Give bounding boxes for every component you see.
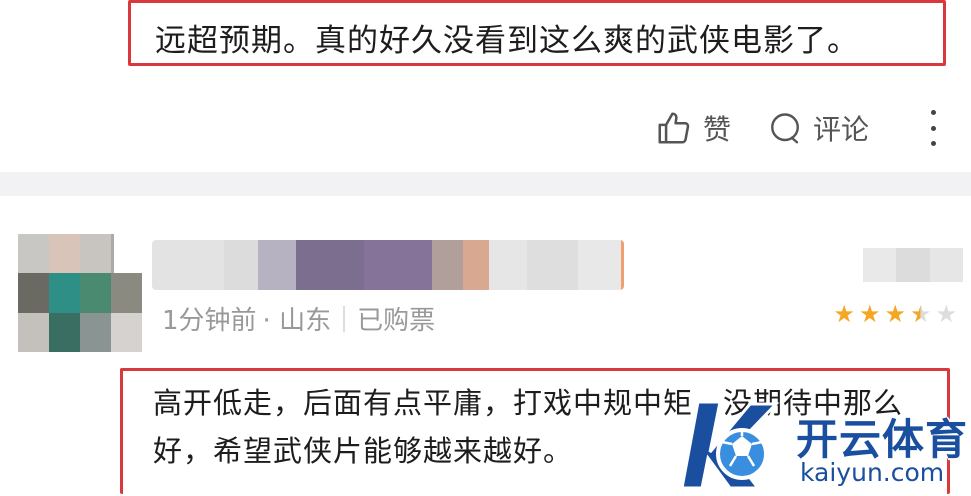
- first-comment-card: 远超预期。真的好久没看到这么爽的武侠电影了。 赞 评论: [0, 0, 971, 172]
- meta-divider: [343, 305, 346, 332]
- speech-bubble-icon: [767, 110, 803, 146]
- comment-location: · 山东: [262, 306, 332, 336]
- star-icon: ★: [909, 300, 932, 328]
- comment-meta: 1分钟前 · 山东 已购票: [162, 300, 435, 337]
- highlight-box-top: 远超预期。真的好久没看到这么爽的武侠电影了。: [128, 0, 946, 66]
- like-label: 赞: [702, 113, 731, 146]
- username-blurred: [152, 240, 624, 290]
- comment-text: 远超预期。真的好久没看到这么爽的武侠电影了。: [155, 23, 859, 59]
- blurred-badge: [863, 248, 963, 282]
- kaiyun-logo-icon: [680, 394, 790, 494]
- like-button[interactable]: 赞: [655, 108, 731, 148]
- more-options-icon[interactable]: [923, 110, 943, 146]
- purchase-status: 已购票: [357, 306, 436, 336]
- comment-button[interactable]: 评论: [767, 108, 869, 148]
- avatar[interactable]: [18, 234, 142, 352]
- star-icon: ★: [833, 300, 855, 328]
- star-icon: ★: [858, 300, 881, 328]
- comment-label: 评论: [812, 113, 869, 146]
- star-icon: ★: [884, 300, 906, 328]
- watermark-subtitle: kaiyun.com: [800, 458, 945, 487]
- star-icon: ★: [935, 300, 957, 328]
- card-separator: [0, 172, 971, 196]
- comment-time: 1分钟前: [162, 306, 257, 336]
- rating-stars: ★ ★ ★ ★ ★: [833, 300, 957, 328]
- thumbs-up-icon: [655, 109, 693, 147]
- comment-actions: 赞 评论: [655, 108, 943, 148]
- watermark: 开云体育 kaiyun.com: [680, 388, 970, 496]
